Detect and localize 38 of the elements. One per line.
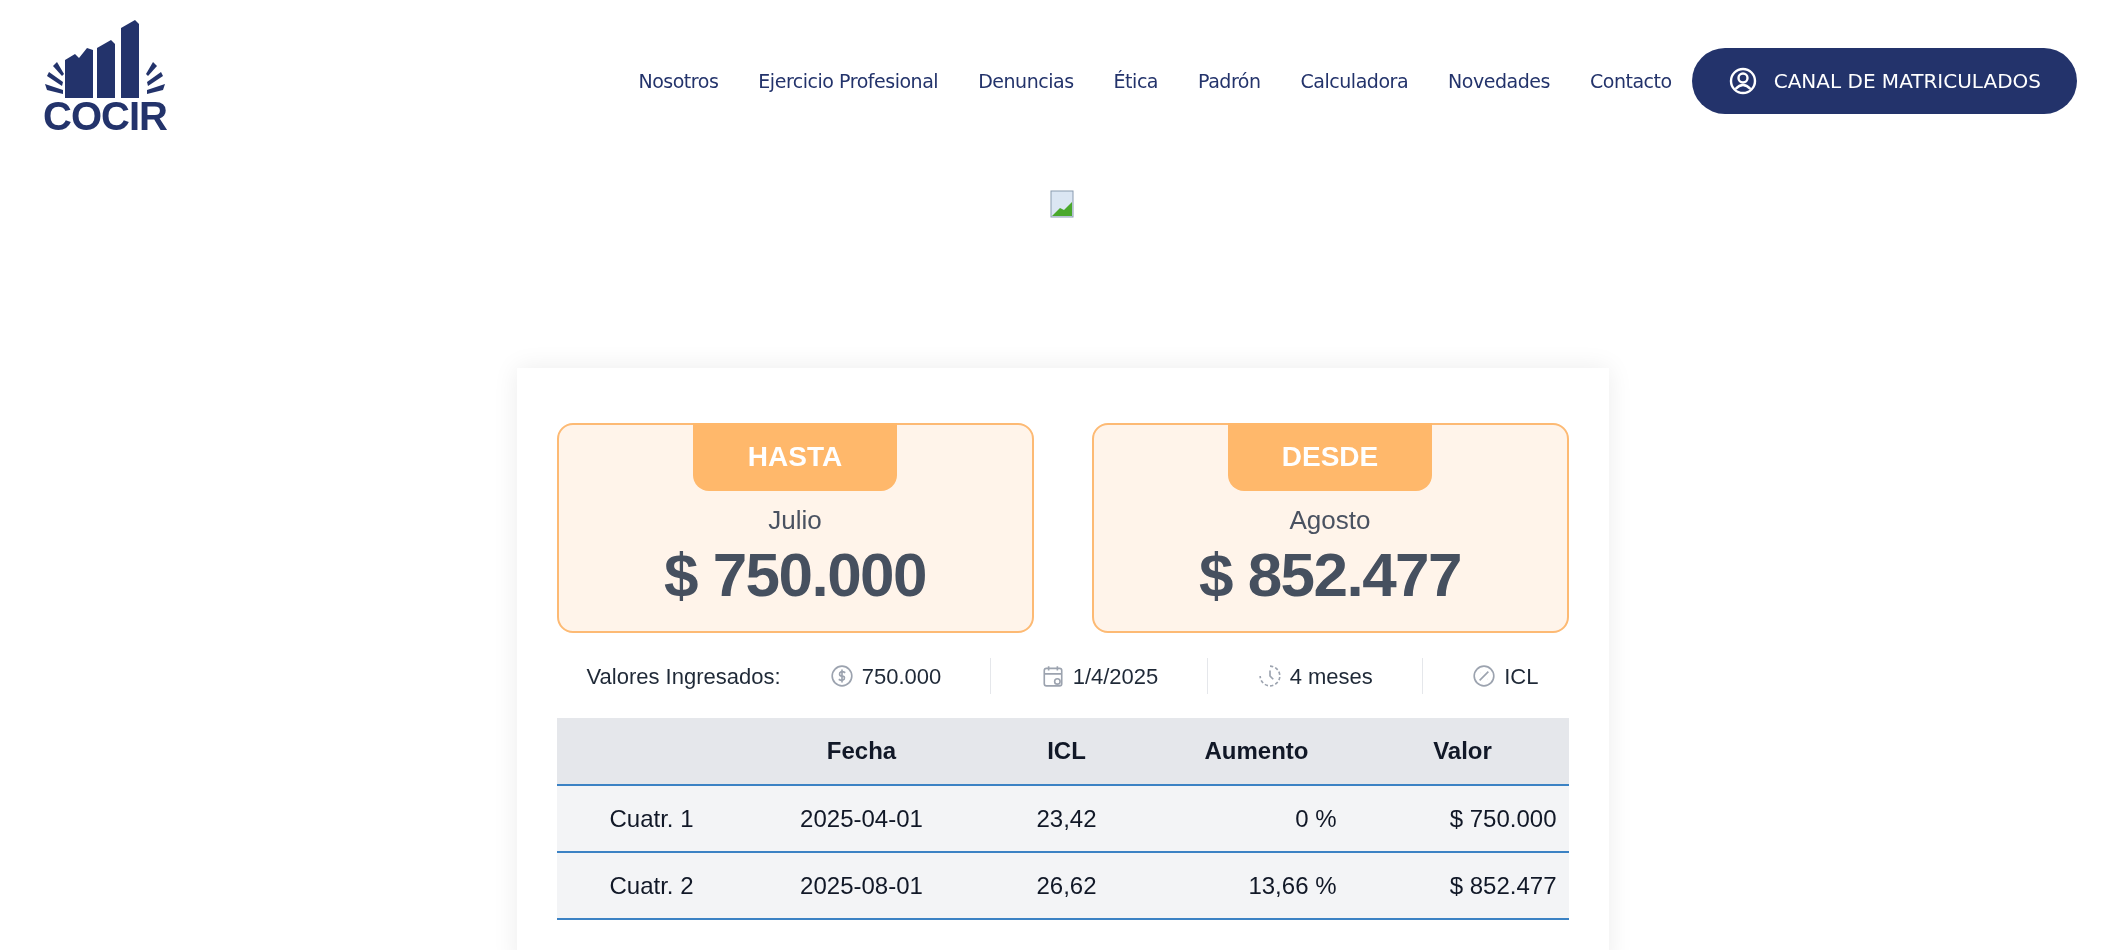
table-cell: Cuatr. 2 <box>556 852 747 919</box>
amount-value: $ 750.000 <box>664 544 926 606</box>
summary-value: 4 meses <box>1289 662 1373 691</box>
nav-link[interactable]: Ejercicio Profesional <box>758 66 939 96</box>
summary-value: ICL <box>1504 662 1539 691</box>
nav-link[interactable]: Nosotros <box>638 66 719 96</box>
nav-link[interactable]: Novedades <box>1448 66 1550 96</box>
user-icon <box>1727 66 1758 96</box>
column-header: Fecha <box>746 718 977 785</box>
summary-label: Valores Ingresados: <box>586 662 781 691</box>
broken-image-icon <box>1049 190 1076 218</box>
dollar-coin-icon <box>829 664 854 688</box>
table-cell: 2025-08-01 <box>746 852 977 919</box>
nav-link[interactable]: Ética <box>1113 66 1159 96</box>
table-cell: 2025-04-01 <box>746 785 977 852</box>
nav-link[interactable]: Contacto <box>1589 66 1672 96</box>
month-label: Julio <box>768 504 822 537</box>
table-cell: $ 750.000 <box>1356 785 1569 852</box>
nav-link[interactable]: Calculadora <box>1300 66 1409 96</box>
table-cell: 13,66 % <box>1156 852 1357 919</box>
table-cell: 23,42 <box>976 785 1157 852</box>
clock-icon <box>1257 664 1282 688</box>
amount-value: $ 852.477 <box>1199 544 1461 606</box>
table-cell: 26,62 <box>976 852 1157 919</box>
logo-text: COCIR <box>43 96 167 136</box>
nav-link[interactable]: Padrón <box>1198 66 1261 96</box>
calendar-icon <box>1040 664 1065 688</box>
column-header: ICL <box>976 718 1157 785</box>
table-cell: 0 % <box>1156 785 1357 852</box>
summary-value: 750.000 <box>861 662 942 691</box>
column-header: Aumento <box>1156 718 1357 785</box>
column-header: Valor <box>1356 718 1569 785</box>
table-cell: Cuatr. 1 <box>556 785 747 852</box>
summary-value: 1/4/2025 <box>1072 662 1159 691</box>
members-channel-button[interactable]: CANAL DE MATRICULADOS <box>1691 48 2077 114</box>
table-cell: $ 852.477 <box>1356 852 1569 919</box>
month-label: Agosto <box>1289 504 1371 537</box>
nav-link[interactable]: Denuncias <box>978 66 1074 96</box>
